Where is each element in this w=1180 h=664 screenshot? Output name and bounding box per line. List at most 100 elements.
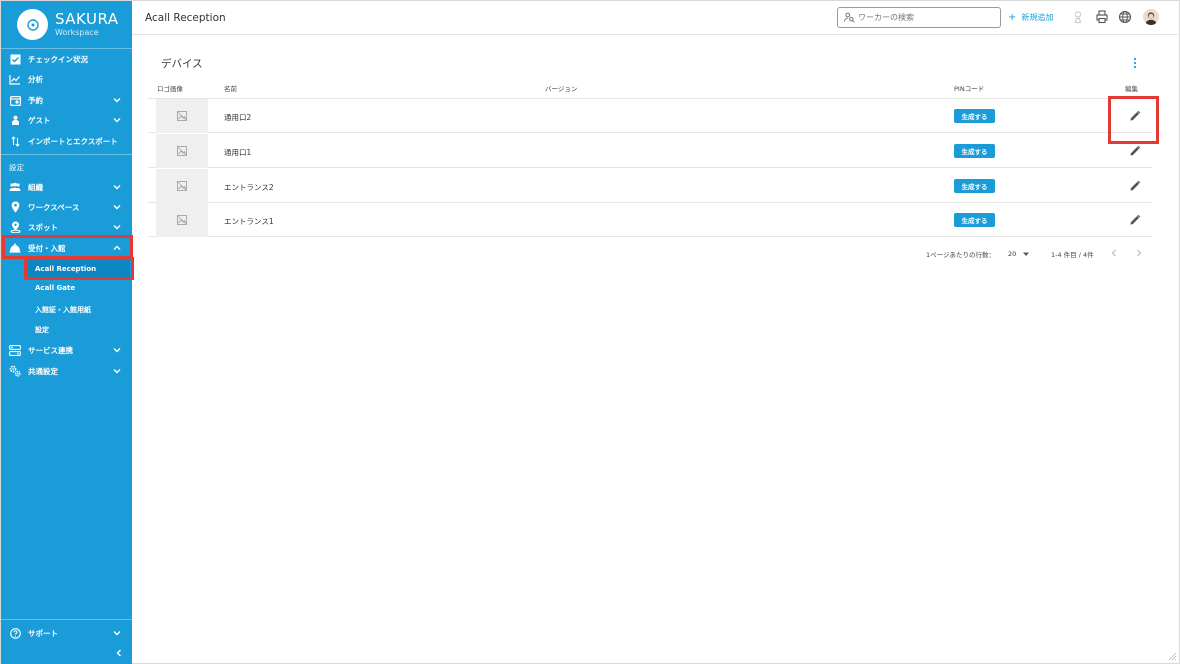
chevron-down-icon [113, 225, 121, 230]
resize-grip-icon[interactable] [1167, 651, 1177, 661]
sidebar-subitem-settings[interactable]: 設定 [35, 325, 49, 335]
spot-icon [9, 221, 21, 233]
chevron-down-icon [113, 205, 121, 210]
edit-pencil-icon[interactable] [1129, 145, 1141, 157]
device-name: エントランス2 [224, 183, 274, 192]
person-search-icon [844, 12, 855, 23]
sidebar-item-label: 共通設定 [28, 366, 58, 376]
chevron-down-icon [113, 98, 121, 103]
nav-divider [1, 619, 132, 620]
sidebar-item-spot[interactable]: スポット [1, 217, 132, 237]
sakura-logo-icon [17, 9, 48, 40]
sidebar-item-label: サポート [28, 628, 58, 638]
table-row: 通用口2 生成する [148, 99, 1152, 133]
gears-icon [9, 365, 21, 377]
guest-icon [9, 114, 21, 126]
rows-per-page-select[interactable]: 20 [1008, 247, 1032, 261]
logo-placeholder [156, 134, 208, 168]
sidebar-item-label: サービス連携 [28, 345, 73, 355]
chevron-down-icon [113, 631, 121, 636]
sidebar-item-guests[interactable]: ゲスト [1, 110, 132, 130]
brand-name: SAKURA [55, 10, 119, 28]
device-name: エントランス1 [224, 217, 274, 226]
sidebar-item-workspace[interactable]: ワークスペース [1, 197, 132, 217]
generate-pin-button[interactable]: 生成する [954, 213, 995, 227]
image-placeholder-icon [177, 215, 187, 225]
sidebar-item-checkin-status[interactable]: チェックイン状況 [1, 49, 132, 69]
brand-sub: Workspace [55, 28, 99, 37]
chevron-down-icon [113, 348, 121, 353]
generate-pin-button[interactable]: 生成する [954, 109, 995, 123]
sidebar-item-common-settings[interactable]: 共通設定 [1, 361, 132, 381]
table-row: エントランス1 生成する [148, 203, 1152, 237]
sidebar-item-label: ゲスト [28, 115, 51, 125]
sidebar-item-label: チェックイン状況 [28, 54, 88, 64]
logo-placeholder [156, 203, 208, 237]
table-row: 通用口1 生成する [148, 134, 1152, 168]
edit-pencil-icon[interactable] [1129, 180, 1141, 192]
help-circle-icon [9, 627, 21, 639]
reception-icon [9, 242, 21, 254]
table-row: エントランス2 生成する [148, 169, 1152, 203]
column-header-pin: PINコード [954, 85, 985, 93]
chevron-down-icon [113, 185, 121, 190]
logo[interactable]: SAKURA Workspace [17, 9, 119, 40]
sidebar-item-reservations[interactable]: 予約 [1, 90, 132, 110]
collapse-sidebar-icon[interactable] [113, 647, 125, 659]
dropdown-arrow-icon [1023, 252, 1030, 256]
edit-pencil-icon[interactable] [1129, 110, 1141, 122]
edit-pencil-icon[interactable] [1129, 214, 1141, 226]
sidebar-item-label: ワークスペース [28, 202, 80, 212]
rows-per-page-label: 1ページあたりの行数： [926, 251, 996, 259]
chevron-down-icon [113, 118, 121, 123]
sidebar-subitem-entry-pass[interactable]: 入館証・入館用紙 [35, 305, 91, 315]
globe-icon[interactable] [1118, 10, 1132, 24]
sidebar-item-label: 組織 [28, 182, 43, 192]
add-new-label: 新規追加 [1021, 13, 1054, 22]
image-placeholder-icon [177, 146, 187, 156]
user-badge-icon[interactable] [1071, 10, 1085, 24]
settings-section-label: 設定 [9, 163, 24, 172]
people-icon [9, 181, 21, 193]
prev-page-icon[interactable] [1108, 247, 1120, 259]
sidebar-item-label: 予約 [28, 95, 43, 105]
nav-divider [1, 154, 132, 155]
column-header-name: 名前 [224, 85, 237, 93]
calendar-icon [9, 94, 21, 106]
add-new-button[interactable]: + 新規追加 [1008, 12, 1053, 23]
image-placeholder-icon [177, 181, 187, 191]
avatar[interactable] [1143, 9, 1159, 25]
worker-search[interactable] [837, 7, 1001, 28]
rows-per-page-value: 20 [1008, 250, 1017, 258]
app-window: SAKURA Workspace チェックイン状況 分析 予約 ゲスト インポー… [0, 0, 1180, 664]
checkbox-icon [9, 53, 21, 65]
sidebar-item-import-export[interactable]: インポートとエクスポート [1, 131, 132, 151]
generate-pin-button[interactable]: 生成する [954, 179, 995, 193]
chevron-up-icon [113, 245, 121, 250]
sidebar-item-analytics[interactable]: 分析 [1, 69, 132, 89]
column-header-version: バージョン [545, 85, 578, 93]
logo-placeholder [156, 99, 208, 133]
generate-pin-button[interactable]: 生成する [954, 144, 995, 158]
section-title: デバイス [161, 58, 203, 70]
sidebar-subitem-acall-reception[interactable]: Acall Reception [26, 259, 130, 278]
sidebar-subitem-acall-gate[interactable]: Acall Gate [35, 284, 75, 292]
sidebar-item-support[interactable]: サポート [1, 623, 132, 643]
more-vert-icon[interactable] [1131, 57, 1139, 69]
sidebar-item-service-integration[interactable]: サービス連携 [1, 340, 132, 360]
chevron-down-icon [113, 369, 121, 374]
top-bar: Acall Reception + 新規追加 [132, 1, 1180, 35]
device-name: 通用口2 [224, 113, 252, 122]
column-header-edit: 編集 [1125, 85, 1138, 93]
sidebar-subitem-label: Acall Reception [35, 264, 97, 273]
page-title: Acall Reception [145, 12, 226, 24]
search-input[interactable] [858, 13, 998, 22]
location-pin-icon [9, 201, 21, 213]
next-page-icon[interactable] [1133, 247, 1145, 259]
sidebar-item-reception[interactable]: 受付・入館 [1, 238, 132, 258]
sidebar: SAKURA Workspace チェックイン状況 分析 予約 ゲスト インポー… [1, 1, 134, 664]
device-name: 通用口1 [224, 148, 252, 157]
printer-icon[interactable] [1095, 10, 1109, 24]
sidebar-item-organization[interactable]: 組織 [1, 177, 132, 197]
plus-icon: + [1008, 12, 1017, 23]
